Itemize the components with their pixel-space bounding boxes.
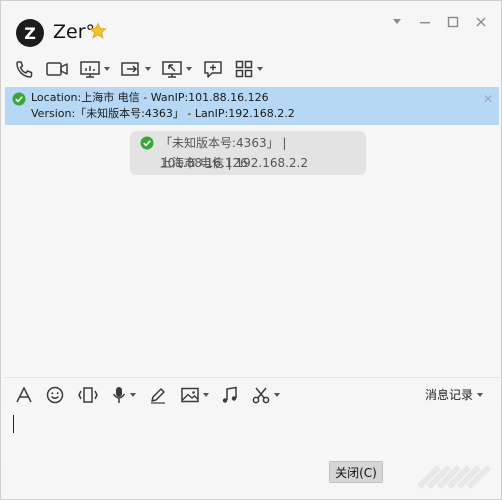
title-bar[interactable]: Z Zer° <box>1 1 501 53</box>
message-add-icon <box>204 61 222 78</box>
version-info: Version:「未知版本号:4363」 - LanIP:192.168.2.2 <box>31 107 295 120</box>
emoji-icon <box>46 386 64 404</box>
video-icon <box>46 62 68 76</box>
mic-icon <box>112 387 126 403</box>
chevron-down-icon <box>477 392 483 397</box>
screen-share-button[interactable] <box>79 59 110 79</box>
shake-icon <box>78 387 98 403</box>
remote-desktop-icon <box>162 61 182 78</box>
connection-info-bar: Location:上海市 电信 - WanIP:101.88.16.126 Ve… <box>5 87 499 125</box>
chevron-down-icon <box>274 393 280 397</box>
text-cursor <box>13 415 14 433</box>
maximize-icon[interactable] <box>441 13 465 31</box>
screenshot-button[interactable] <box>251 385 280 405</box>
chevron-down-icon <box>104 67 110 71</box>
voice-message-button[interactable] <box>111 385 136 405</box>
chevron-down-icon <box>130 393 136 397</box>
image-icon <box>181 387 199 403</box>
system-message-bubble: 「未知版本号:4363」 | 101.88.16.126 上海市 电信 | 19… <box>130 131 366 175</box>
chevron-down-icon <box>145 67 151 71</box>
avatar[interactable]: Z <box>16 19 44 47</box>
chevron-down-icon <box>186 67 192 71</box>
close-icon[interactable]: ✕ <box>483 91 493 107</box>
voice-call-button[interactable] <box>13 59 35 79</box>
scissors-icon <box>252 387 270 404</box>
star-icon[interactable] <box>89 22 107 40</box>
bubble-location-line: 上海市 电信 | 192.168.2.2 <box>160 156 309 170</box>
avatar-letter: Z <box>24 23 36 43</box>
font-icon <box>16 386 32 403</box>
chevron-down-icon <box>257 67 263 71</box>
music-icon <box>222 386 237 403</box>
pen-icon <box>151 388 165 404</box>
remote-desktop-button[interactable] <box>161 59 192 79</box>
check-icon <box>140 136 154 150</box>
close-button[interactable]: 关闭(C) <box>329 461 383 483</box>
video-call-button[interactable] <box>45 59 69 79</box>
close-icon[interactable] <box>469 13 493 31</box>
minimize-icon[interactable] <box>413 13 437 31</box>
message-area[interactable]: 「未知版本号:4363」 | 101.88.16.126 上海市 电信 | 19… <box>5 125 499 377</box>
phone-icon <box>16 61 33 78</box>
message-input[interactable] <box>5 407 499 463</box>
chevron-down-icon <box>203 393 209 397</box>
transfer-button[interactable] <box>120 59 151 79</box>
font-button[interactable] <box>15 385 33 405</box>
chat-toolbar <box>13 57 273 81</box>
music-button[interactable] <box>221 385 239 405</box>
input-toolbar <box>15 384 292 406</box>
message-history-label: 消息记录 <box>424 388 473 402</box>
location-info: Location:上海市 电信 - WanIP:101.88.16.126 <box>31 91 269 104</box>
image-button[interactable] <box>180 385 209 405</box>
new-message-button[interactable] <box>202 59 224 79</box>
resize-grip-icon[interactable] <box>411 461 491 491</box>
close-button-label: 关闭(C) <box>335 465 377 480</box>
check-icon <box>12 92 26 106</box>
message-history-button[interactable]: 消息记录 <box>425 386 483 403</box>
emoji-button[interactable] <box>45 385 65 405</box>
window-controls <box>385 13 493 31</box>
apps-button[interactable] <box>234 59 263 79</box>
chat-window: Z Zer° Location:上海市 电信 - WanIP:101.88.16… <box>0 0 502 500</box>
shake-button[interactable] <box>77 385 99 405</box>
transfer-icon <box>121 62 139 76</box>
screen-share-icon <box>80 61 100 78</box>
divider <box>5 377 499 378</box>
apps-icon <box>235 60 253 78</box>
draw-button[interactable] <box>148 385 168 405</box>
dropdown-icon[interactable] <box>385 13 409 31</box>
